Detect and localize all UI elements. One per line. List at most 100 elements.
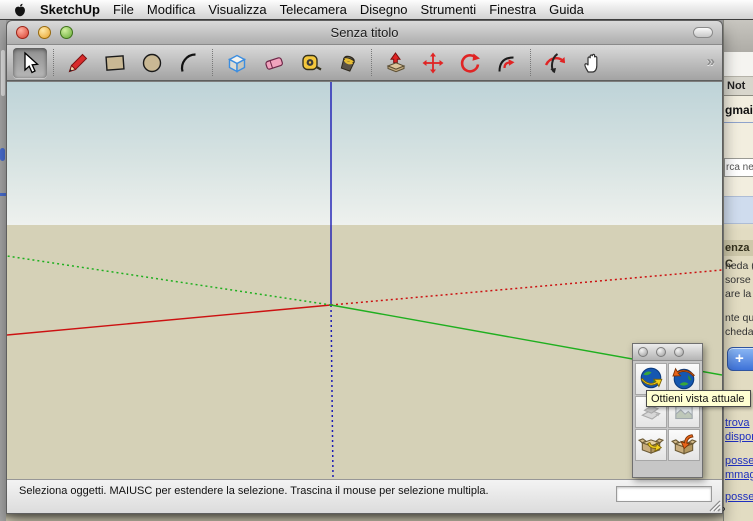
menu-guida[interactable]: Guida <box>549 2 584 17</box>
menu-bar: SketchUp File Modifica Visualizza Teleca… <box>0 0 753 20</box>
palette-minimize-button[interactable] <box>656 347 666 357</box>
window-title: Senza titolo <box>331 25 399 40</box>
background-add-button[interactable]: + <box>727 347 753 371</box>
zoom-button[interactable] <box>60 26 73 39</box>
orbit-icon <box>543 51 567 75</box>
background-email-fragment: gmail <box>725 103 753 117</box>
arc-icon <box>177 51 201 75</box>
paint-bucket-tool-button[interactable] <box>331 48 365 78</box>
eraser-icon <box>262 51 286 75</box>
rectangle-tool-button[interactable] <box>98 48 132 78</box>
arc-tool-button[interactable] <box>172 48 206 78</box>
background-scrollbar-thumb <box>1 50 5 96</box>
toolbar-separator <box>371 49 373 76</box>
pencil-icon <box>66 51 90 75</box>
menu-app-name[interactable]: SketchUp <box>40 2 100 17</box>
background-text-line: cheda <box>725 326 753 338</box>
toolbar-toggle-button[interactable] <box>693 27 713 38</box>
get-models-button[interactable] <box>635 429 667 461</box>
rotate-tool-button[interactable] <box>453 48 487 78</box>
background-divider <box>724 122 753 123</box>
toolbar-separator <box>212 49 214 76</box>
rectangle-icon <box>103 51 127 75</box>
palette-body <box>633 361 702 463</box>
menu-telecamera[interactable]: Telecamera <box>280 2 347 17</box>
tool-bar: » <box>7 45 722 81</box>
background-section-band <box>724 196 753 224</box>
toolbar-separator <box>530 49 532 76</box>
sketchup-window: Senza titolo <box>6 20 723 514</box>
eraser-tool-button[interactable] <box>257 48 291 78</box>
plus-icon: + <box>735 350 744 367</box>
share-model-icon <box>671 432 697 458</box>
close-button[interactable] <box>16 26 29 39</box>
background-link[interactable]: mmagi <box>725 469 753 481</box>
title-bar[interactable]: Senza titolo <box>7 21 722 45</box>
background-search-text: rca ne <box>726 162 753 173</box>
place-model-icon <box>671 366 697 392</box>
pan-tool-button[interactable] <box>575 48 609 78</box>
background-search-field[interactable]: rca ne <box>724 158 753 177</box>
background-heading-fragment: enza C <box>724 240 753 256</box>
status-bar: Seleziona oggetti. MAIUSC per estendere … <box>7 479 722 513</box>
offset-tool-button[interactable] <box>490 48 524 78</box>
palette-title-bar[interactable] <box>633 344 702 361</box>
palette-zoom-button[interactable] <box>674 347 684 357</box>
red-axis-dotted <box>331 270 722 305</box>
toolbar-overflow-chevron[interactable]: » <box>707 53 715 70</box>
move-icon <box>421 51 445 75</box>
status-message: Seleziona oggetti. MAIUSC per estendere … <box>19 484 489 498</box>
drawing-axes <box>7 82 722 478</box>
select-icon <box>18 51 42 75</box>
background-text-line: heda ( <box>725 260 753 272</box>
background-link[interactable]: posse <box>725 491 753 503</box>
offset-icon <box>495 51 519 75</box>
menu-file[interactable]: File <box>113 2 134 17</box>
green-axis-dotted <box>7 256 331 305</box>
circle-tool-button[interactable] <box>135 48 169 78</box>
blue-axis-dotted <box>331 305 333 478</box>
orbit-tool-button[interactable] <box>538 48 572 78</box>
background-browser-toolbar <box>724 52 753 77</box>
select-tool-button[interactable] <box>13 48 47 78</box>
menu-finestra[interactable]: Finestra <box>489 2 536 17</box>
get-models-icon <box>638 432 664 458</box>
menu-modifica[interactable]: Modifica <box>147 2 195 17</box>
palette-close-button[interactable] <box>638 347 648 357</box>
get-current-view-icon <box>638 366 664 392</box>
tape-measure-icon <box>299 51 323 75</box>
make-component-tool-button[interactable] <box>220 48 254 78</box>
background-window-chrome <box>724 20 753 52</box>
background-browser-window: Not gmail rca ne enza C heda ( sorse c a… <box>723 20 753 521</box>
circle-icon <box>140 51 164 75</box>
tape-measure-tool-button[interactable] <box>294 48 328 78</box>
line-tool-button[interactable] <box>61 48 95 78</box>
push-pull-icon <box>384 51 408 75</box>
resize-grip[interactable] <box>707 498 721 512</box>
drawing-viewport[interactable] <box>7 81 722 479</box>
pan-hand-icon <box>580 51 604 75</box>
menu-disegno[interactable]: Disegno <box>360 2 408 17</box>
background-window-bottom-strip <box>0 514 753 521</box>
background-blue-marker <box>0 148 5 161</box>
background-link[interactable]: dispor <box>725 431 753 443</box>
apple-menu-icon[interactable] <box>13 2 27 18</box>
menu-visualizza[interactable]: Visualizza <box>208 2 266 17</box>
background-link[interactable]: trova <box>725 417 749 429</box>
share-model-button[interactable] <box>668 429 700 461</box>
background-tab-fragment: Not <box>724 77 753 96</box>
google-toolbar-palette <box>632 343 703 478</box>
menu-strumenti[interactable]: Strumenti <box>421 2 477 17</box>
push-pull-tool-button[interactable] <box>379 48 413 78</box>
background-text-line: are la f <box>725 288 753 300</box>
screen: una raccolta 3D? Not gmail rca ne enza C… <box>0 0 753 521</box>
move-tool-button[interactable] <box>416 48 450 78</box>
background-link[interactable]: posse <box>725 455 753 467</box>
paint-bucket-icon <box>336 51 360 75</box>
toolbar-separator <box>53 49 55 76</box>
background-text-line: nte qu <box>725 312 753 324</box>
minimize-button[interactable] <box>38 26 51 39</box>
component-box-icon <box>225 51 249 75</box>
measurements-input[interactable] <box>616 486 712 502</box>
rotate-icon <box>458 51 482 75</box>
